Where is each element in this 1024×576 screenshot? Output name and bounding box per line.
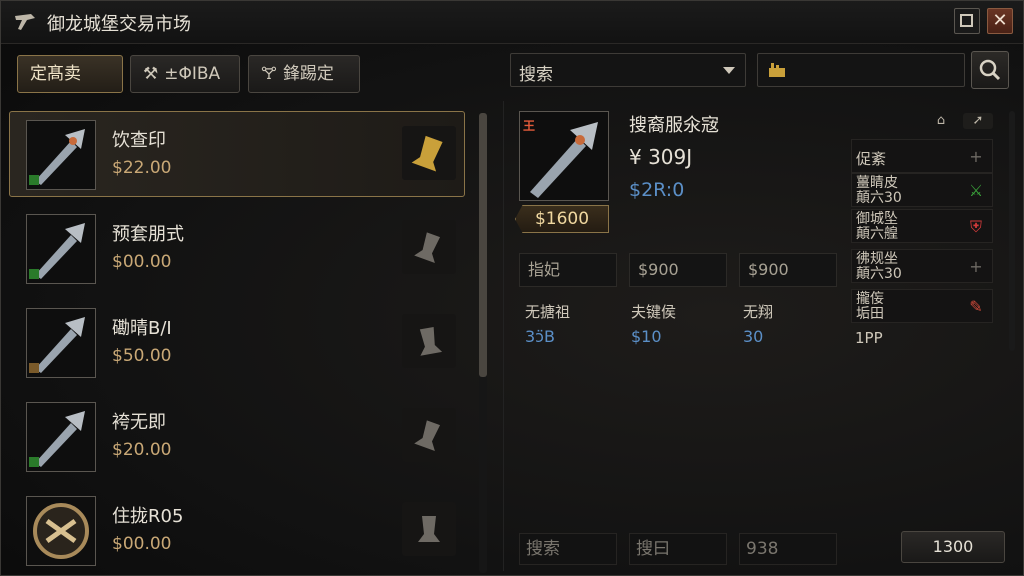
list-item[interactable]: 磡晴B/I $50.00 [9, 299, 465, 385]
rune-icon: 🝖 [261, 64, 277, 84]
side-row[interactable]: 彿规坐 顛六30 + [851, 249, 993, 283]
bell-button[interactable] [402, 126, 456, 180]
confirm-button[interactable]: 1300 [901, 531, 1005, 563]
detail-scrollbar[interactable] [1009, 111, 1015, 351]
list-item[interactable]: 饮查印 $22.00 [9, 111, 465, 197]
item-name: 住拢R05 [112, 506, 184, 527]
title-bar: 御龙城堡交易市场 ✕ [1, 1, 1023, 44]
bell-icon [411, 135, 443, 172]
item-price: $20.00 [112, 440, 172, 460]
shield-red-icon[interactable]: ⛨ [966, 217, 986, 237]
item-price: $00.00 [112, 252, 172, 272]
tab-sell[interactable]: 定髙卖 [17, 55, 123, 93]
bell-button[interactable] [402, 408, 456, 462]
sword-icon [26, 402, 96, 472]
bell-button[interactable] [402, 220, 456, 274]
side-label: 彿规坐 顛六30 [856, 251, 902, 282]
plus-icon[interactable]: + [966, 147, 986, 167]
chevron-down-icon [723, 67, 735, 74]
sword-icon [26, 120, 96, 190]
stat-value: 3ↄ̈B [525, 327, 555, 346]
tab-craft[interactable]: ⚒ ±ΦΙΒΑ [130, 55, 240, 93]
item-price: $22.00 [112, 158, 172, 178]
window-title: 御龙城堡交易市场 [47, 14, 191, 35]
bottom-field[interactable]: 搜曰 [629, 533, 727, 565]
sword-green-icon[interactable]: ⚔ [966, 181, 986, 201]
stat-label: 无搪祖 [525, 303, 571, 321]
search-dropdown[interactable]: 搜索 [510, 53, 746, 87]
anvil-icon: ⚒ [143, 64, 159, 84]
side-row[interactable]: 促紊 + [851, 139, 993, 173]
maximize-button[interactable] [954, 8, 980, 34]
detail-sub-value: $2R:0 [629, 179, 685, 201]
list-item[interactable]: 住拢R05 $00.00 [9, 487, 465, 573]
plus-icon[interactable]: + [966, 257, 986, 277]
detail-title: 搜裔服氽宼 [629, 115, 719, 136]
tab-label: 定髙卖 [30, 64, 81, 84]
list-scroll-thumb[interactable] [479, 113, 487, 377]
list-item[interactable]: 袴无即 $20.00 [9, 393, 465, 479]
side-label: 促紊 [856, 150, 887, 168]
stat-box[interactable]: $900 [629, 253, 727, 287]
tab-label: ±ΦΙΒΑ [164, 64, 221, 84]
sword-icon [26, 308, 96, 378]
stat-box[interactable]: 指妃 [519, 253, 617, 287]
search-button[interactable] [971, 51, 1009, 89]
sword-icon [26, 214, 96, 284]
item-name: 磡晴B/I [112, 318, 172, 339]
hand-icon [769, 63, 785, 77]
side-foot: 1PP [855, 329, 883, 347]
list-item[interactable]: 预套朋式 $00.00 [9, 205, 465, 291]
bell-icon [418, 516, 440, 542]
bell-icon [414, 420, 441, 451]
share-icon[interactable]: ➚ [963, 113, 993, 129]
edit-icon[interactable]: ✎ [966, 297, 986, 317]
side-label: 攏侫 垢田 [856, 291, 884, 322]
detail-badge: 王 [523, 119, 536, 133]
side-row[interactable]: 攏侫 垢田 ✎ [851, 289, 993, 323]
stat-value: $10 [631, 327, 662, 346]
tab-label: 鋒踢定 [282, 64, 334, 84]
stat-label: 无翔 [743, 303, 774, 321]
item-name: 预套朋式 [112, 224, 184, 245]
close-icon: ✕ [992, 10, 1008, 31]
side-label: 薑睛皮 顛六30 [856, 175, 902, 206]
search-icon [979, 59, 1001, 81]
bell-icon [419, 326, 443, 356]
close-button[interactable]: ✕ [987, 8, 1013, 34]
detail-value: ¥ 309J [629, 145, 693, 169]
stat-value: 30 [743, 327, 764, 346]
item-price: $50.00 [112, 346, 172, 366]
side-label: 御城坠 顛六艎 [856, 211, 898, 242]
bell-icon [414, 232, 441, 263]
tab-bind[interactable]: 🝖 鋒踢定 [248, 55, 360, 93]
item-name: 饮查印 [112, 130, 166, 151]
hammer-icon [15, 14, 35, 30]
market-window: 御龙城堡交易市场 ✕ 定髙卖 ⚒ ±ΦΙΒΑ 🝖 鋒踢定 搜索 饮查印 $22.… [0, 0, 1024, 576]
bell-button[interactable] [402, 314, 456, 368]
bottom-field[interactable]: 938 [739, 533, 837, 565]
stat-label: 夫键侯 [631, 303, 677, 321]
bell-button[interactable] [402, 502, 456, 556]
search-input: 搜索 [519, 65, 553, 85]
item-name: 袴无即 [112, 412, 166, 433]
side-row[interactable]: 薑睛皮 顛六30 ⚔ [851, 173, 993, 207]
item-price: $00.00 [112, 534, 172, 554]
castle-icon[interactable]: ⌂ [931, 113, 951, 129]
price-tag: $1600 [515, 205, 609, 233]
filter-input[interactable] [757, 53, 965, 87]
bottom-field[interactable]: 搜索 [519, 533, 617, 565]
side-row[interactable]: 御城坠 顛六艎 ⛨ [851, 209, 993, 243]
stat-box[interactable]: $900 [739, 253, 837, 287]
amulet-icon [26, 496, 96, 566]
